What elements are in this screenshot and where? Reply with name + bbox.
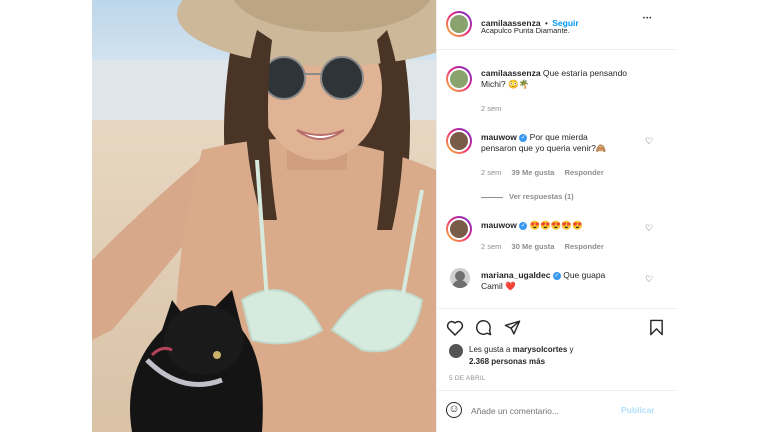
comment-like-heart-icon[interactable]: ♡ <box>645 274 653 285</box>
like-heart-icon[interactable] <box>446 319 464 336</box>
comment-likes[interactable]: 39 Me gusta <box>512 168 555 177</box>
header-avatar[interactable] <box>446 11 472 37</box>
reply-button[interactable]: Responder <box>565 168 604 177</box>
reply-button[interactable]: Responder <box>565 242 604 251</box>
comment-text-2: Camil <box>481 281 503 291</box>
comment-like-heart-icon[interactable]: ♡ <box>645 223 653 234</box>
replies-line-icon <box>481 196 503 198</box>
caption-text: Que estaría pensando <box>542 68 628 78</box>
comment-emoji: 🙈 <box>595 143 607 153</box>
add-comment-input[interactable] <box>471 403 611 419</box>
comment-time: 2 sem <box>481 242 502 251</box>
likes-conj: y <box>569 345 574 354</box>
comment-avatar[interactable] <box>446 216 472 242</box>
comment-username[interactable]: mauwow <box>481 220 517 230</box>
post-date[interactable]: 5 DE ABRIL <box>449 375 486 382</box>
comment-time: 2 sem <box>481 168 502 177</box>
instagram-post: camilaassenza • Seguir Acapulco Punta Di… <box>92 0 677 432</box>
verified-icon: ✓ <box>552 271 561 280</box>
likes-prefix: Les gusta a <box>469 345 511 354</box>
comment-likes[interactable]: 30 Me gusta <box>512 242 555 251</box>
comment-username[interactable]: mariana_ugaldec <box>481 270 550 280</box>
comment-text: Que guapa <box>563 270 606 280</box>
comment-text-2: pensaron que yo queria venir? <box>481 143 596 153</box>
publish-button[interactable]: Publicar <box>621 405 655 415</box>
share-icon[interactable] <box>504 319 521 336</box>
comment-username[interactable]: mauwow <box>481 132 517 142</box>
post-photo[interactable] <box>92 0 436 432</box>
comment-text: 😍😍😍😍😍 <box>529 220 583 230</box>
caption-time: 2 sem <box>481 104 502 113</box>
comment-avatar[interactable] <box>450 268 470 288</box>
post-image-illustration <box>92 0 436 432</box>
caption-avatar[interactable] <box>446 66 472 92</box>
caption-emojis: 😳🌴 <box>507 79 530 89</box>
view-replies-button[interactable]: Ver respuestas (1) <box>481 192 574 201</box>
caption-username[interactable]: camilaassenza <box>481 68 541 78</box>
more-options-icon[interactable]: ••• <box>643 16 652 22</box>
caption-text-2: Michi? <box>481 79 506 89</box>
verified-icon: ✓ <box>519 221 528 230</box>
likes-count[interactable]: 2.368 personas más <box>469 357 545 366</box>
action-bar <box>437 308 677 346</box>
liker-avatar[interactable] <box>449 344 463 358</box>
verified-icon: ✓ <box>519 133 528 142</box>
comment-emoji: ❤️ <box>505 281 516 291</box>
comment-icon[interactable] <box>475 319 492 336</box>
liker-username[interactable]: marysolcortes <box>513 345 568 354</box>
add-comment-bar: ☺ Publicar <box>437 390 677 432</box>
post-header: camilaassenza • Seguir Acapulco Punta Di… <box>437 0 677 50</box>
comment-like-heart-icon[interactable]: ♡ <box>645 136 653 147</box>
comments-panel: camilaassenza • Seguir Acapulco Punta Di… <box>436 0 677 432</box>
emoji-picker-icon[interactable]: ☺ <box>446 402 462 418</box>
location-link[interactable]: Acapulco Punta Diamante. <box>481 26 570 35</box>
save-bookmark-icon[interactable] <box>649 319 664 336</box>
comment-avatar[interactable] <box>446 128 472 154</box>
comment-text: Por que mierda <box>529 132 588 142</box>
